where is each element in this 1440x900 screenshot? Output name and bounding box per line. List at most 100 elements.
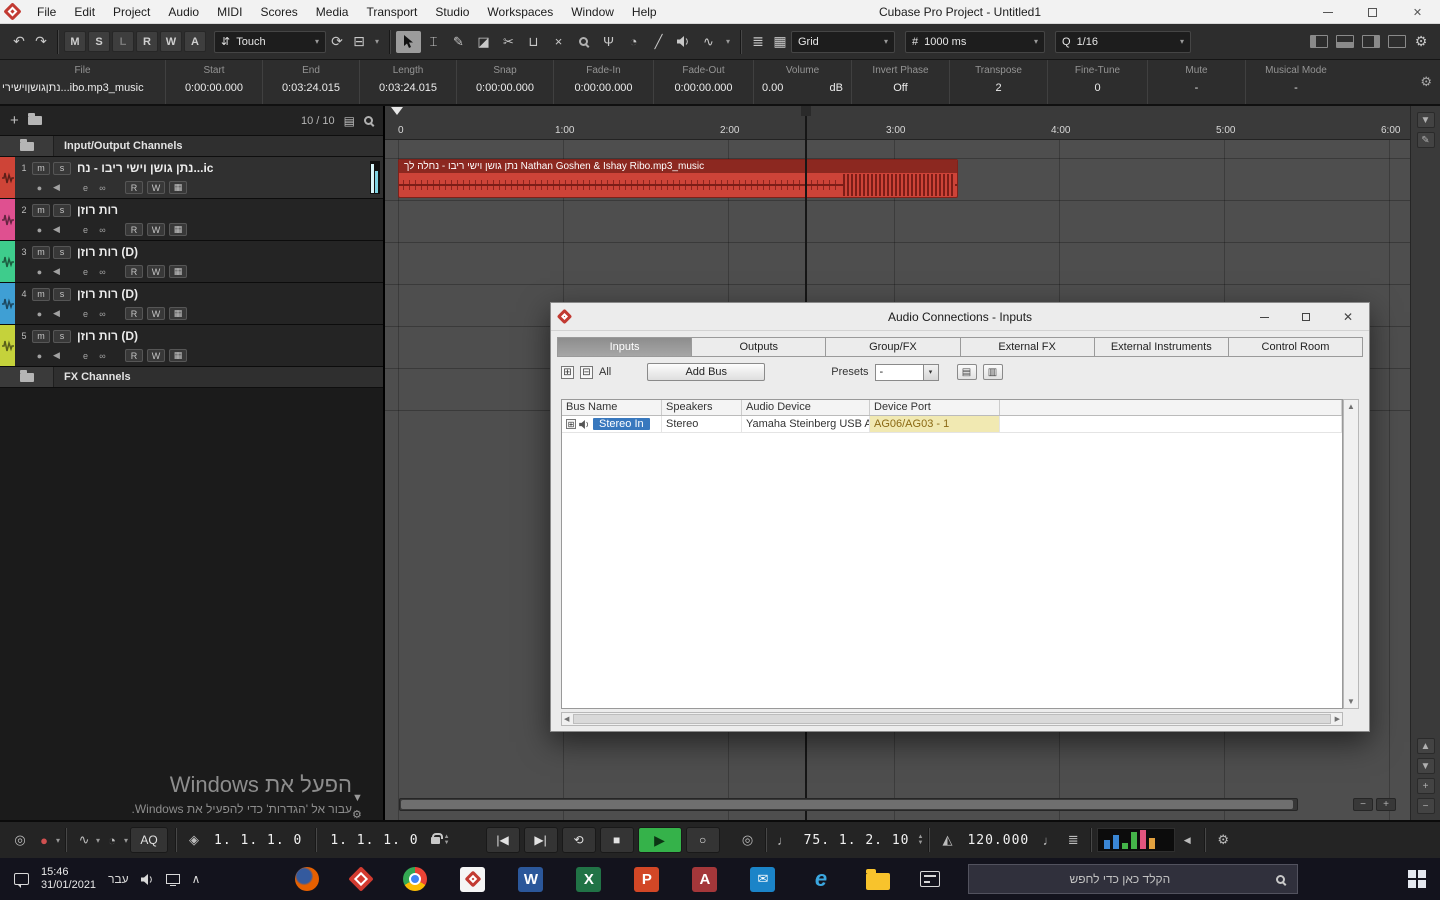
- menu-project[interactable]: Project: [105, 2, 158, 22]
- monitor-button[interactable]: ◀: [50, 182, 63, 193]
- menu-transport[interactable]: Transport: [358, 2, 425, 22]
- red-diamond-app-icon[interactable]: [349, 866, 374, 891]
- monitor-button[interactable]: ◀: [50, 266, 63, 277]
- undo-button[interactable]: ↶: [8, 31, 30, 53]
- tab-outputs[interactable]: Outputs: [692, 338, 826, 356]
- task-view-button[interactable]: [920, 871, 940, 887]
- time-format-icon[interactable]: ♩: [772, 828, 796, 852]
- edit-channel-button[interactable]: e: [79, 351, 92, 361]
- menu-midi[interactable]: MIDI: [209, 2, 250, 22]
- menu-media[interactable]: Media: [308, 2, 357, 22]
- draw-tool[interactable]: ✎: [446, 31, 471, 53]
- dialog-horizontal-scrollbar[interactable]: ◀ ▶: [561, 712, 1343, 726]
- bus-row[interactable]: ⊞ Stereo In Stereo Yamaha Steinberg USB …: [562, 416, 1342, 433]
- channel-link-icon[interactable]: ∞: [96, 183, 109, 193]
- dialog-titlebar[interactable]: Audio Connections - Inputs ✕: [551, 303, 1369, 331]
- zones-setup-button[interactable]: [1388, 35, 1406, 48]
- position-display[interactable]: 75. 1. 2. 10: [796, 833, 918, 848]
- pre-roll-button[interactable]: ◎: [736, 828, 760, 852]
- timeline-horizontal-scrollbar[interactable]: [399, 798, 1298, 811]
- play-button[interactable]: ▶: [638, 827, 682, 853]
- menu-edit[interactable]: Edit: [66, 2, 103, 22]
- metronome-button[interactable]: ◭: [935, 828, 959, 852]
- menu-file[interactable]: File: [29, 2, 64, 22]
- edit-channel-button[interactable]: e: [79, 309, 92, 319]
- position-nudge-buttons[interactable]: ▲▼: [917, 834, 923, 846]
- solo-button[interactable]: s: [53, 246, 71, 259]
- expand-all-button[interactable]: ⊞: [561, 366, 574, 379]
- channel-link-icon[interactable]: ∞: [96, 351, 109, 361]
- zoom-out-button[interactable]: −: [1353, 798, 1373, 811]
- mute-button[interactable]: m: [32, 246, 50, 259]
- vertical-zoom-out-button[interactable]: −: [1417, 798, 1435, 814]
- read-all-button[interactable]: R: [136, 31, 158, 52]
- quantize-dropdown[interactable]: Q 1/16 ▾: [1055, 31, 1191, 53]
- language-indicator[interactable]: עבר: [108, 872, 129, 886]
- bus-speakers[interactable]: Stereo: [662, 416, 742, 432]
- write-automation-button[interactable]: W: [147, 181, 165, 194]
- menu-studio[interactable]: Studio: [427, 2, 477, 22]
- access-app-icon[interactable]: A: [692, 867, 717, 892]
- write-automation-button[interactable]: W: [147, 307, 165, 320]
- solo-button[interactable]: s: [53, 330, 71, 343]
- edit-channel-button[interactable]: e: [79, 183, 92, 193]
- automation-grid-icon[interactable]: ▦: [169, 265, 187, 278]
- menu-window[interactable]: Window: [563, 2, 622, 22]
- file-explorer-icon[interactable]: [866, 873, 890, 890]
- automation-mode-dropdown[interactable]: ⇵ Touch ▾: [214, 31, 326, 53]
- automation-grid-icon[interactable]: ▦: [169, 349, 187, 362]
- taskbar-clock[interactable]: 15:46 31/01/2021: [41, 866, 96, 892]
- notification-icon[interactable]: [14, 873, 29, 885]
- read-automation-button[interactable]: R: [125, 223, 143, 236]
- tab-inputs[interactable]: Inputs: [558, 338, 692, 356]
- track-search-icon[interactable]: [364, 116, 373, 125]
- track-row[interactable]: 2 m s רות רוזן ● ◀ e ∞ R W ▦: [0, 199, 383, 241]
- bus-name[interactable]: Stereo In: [593, 418, 650, 430]
- read-automation-button[interactable]: R: [125, 181, 143, 194]
- object-selection-tool[interactable]: [396, 31, 421, 53]
- menu-help[interactable]: Help: [624, 2, 665, 22]
- audio-event[interactable]: נתן גושן וישי ריבו - נחלה לך Nathan Gosh…: [398, 159, 958, 198]
- track-name[interactable]: רות רוזן: [77, 203, 118, 217]
- start-button[interactable]: [1394, 858, 1440, 900]
- track-row[interactable]: 5 m s רות רוזן (D) ● ◀ e ∞ R W ▦: [0, 325, 383, 367]
- preset-dropdown[interactable]: - ▾: [875, 364, 939, 381]
- right-zone-toggle-button[interactable]: [1362, 35, 1380, 48]
- solo-button[interactable]: s: [53, 204, 71, 217]
- right-locator-display[interactable]: 1. 1. 1. 0: [322, 833, 426, 848]
- record-arm-button[interactable]: ●: [33, 351, 46, 361]
- erase-tool[interactable]: ◪: [471, 31, 496, 53]
- edit-channel-button[interactable]: e: [79, 225, 92, 235]
- tempo-track-button[interactable]: ♩: [1037, 828, 1061, 852]
- track-color-strip[interactable]: [0, 157, 15, 198]
- edit-pencil-icon[interactable]: ✎: [1417, 132, 1435, 148]
- word-app-icon[interactable]: W: [518, 867, 543, 892]
- track-name[interactable]: רות רוזן (D): [77, 329, 138, 343]
- io-channels-row[interactable]: Input/Output Channels: [0, 136, 383, 157]
- read-automation-button[interactable]: R: [125, 265, 143, 278]
- divider-collapse-icon[interactable]: ▼: [352, 792, 363, 804]
- powerpoint-app-icon[interactable]: P: [634, 867, 659, 892]
- track-name[interactable]: רות רוזן (D): [77, 245, 138, 259]
- cycle-button[interactable]: ⟲: [562, 827, 596, 853]
- record-mode-button[interactable]: ●: [32, 828, 56, 852]
- automation-panel-button[interactable]: A: [184, 31, 206, 52]
- add-bus-button[interactable]: Add Bus: [647, 363, 765, 381]
- track-color-strip[interactable]: [0, 241, 15, 282]
- read-automation-button[interactable]: R: [125, 307, 143, 320]
- tab-control-room[interactable]: Control Room: [1229, 338, 1362, 356]
- listen-button[interactable]: L: [112, 31, 134, 52]
- track-color-strip[interactable]: [0, 199, 15, 240]
- record-button[interactable]: ○: [686, 827, 720, 853]
- bus-device-port[interactable]: AG06/AG03 - 1: [870, 416, 1000, 432]
- minimize-button[interactable]: [1305, 0, 1350, 24]
- hand-tool[interactable]: Ψ: [596, 31, 621, 53]
- mail-app-icon[interactable]: ✉: [750, 867, 775, 892]
- record-arm-button[interactable]: ●: [33, 267, 46, 277]
- track-row[interactable]: 4 m s רות רוזן (D) ● ◀ e ∞ R W ▦: [0, 283, 383, 325]
- record-arm-button[interactable]: ●: [33, 183, 46, 193]
- punch-marker-icon[interactable]: ◈: [182, 828, 206, 852]
- edge-app-icon[interactable]: e: [808, 867, 833, 892]
- collapse-meter-icon[interactable]: ◀: [1175, 828, 1199, 852]
- range-selection-tool[interactable]: ⌶: [421, 31, 446, 53]
